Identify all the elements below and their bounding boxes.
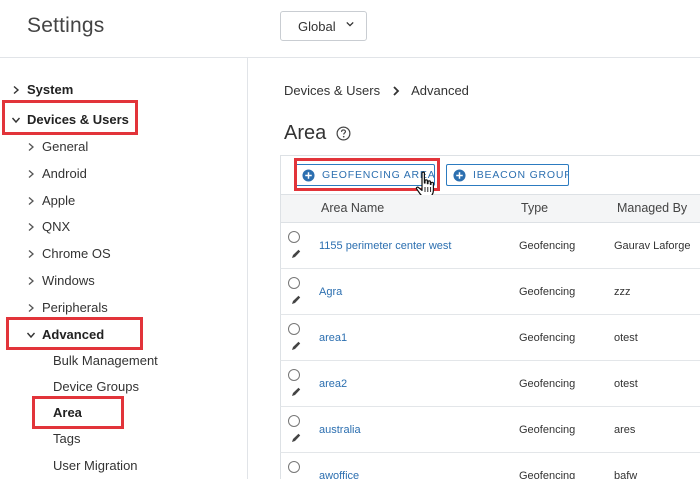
area-name-link[interactable]: area1: [319, 332, 347, 344]
breadcrumb: Devices & Users Advanced: [284, 83, 469, 98]
column-header-managed-by[interactable]: Managed By: [617, 201, 687, 215]
sidebar-item-general[interactable]: General: [26, 139, 88, 154]
scope-select[interactable]: Global: [280, 11, 367, 41]
row-select-radio[interactable]: [288, 277, 300, 289]
area-type: Geofencing: [519, 332, 576, 344]
table-row[interactable]: Agra Geofencing zzz: [280, 269, 700, 315]
area-type: Geofencing: [519, 378, 576, 390]
area-type: Geofencing: [519, 240, 576, 252]
column-header-type[interactable]: Type: [521, 201, 548, 215]
caret-right-icon: [28, 276, 34, 285]
area-managed-by: zzz: [614, 286, 631, 298]
table-row[interactable]: awoffice Geofencing bafw: [280, 453, 700, 479]
caret-right-icon: [28, 169, 34, 178]
pencil-icon[interactable]: [291, 387, 301, 397]
pencil-icon[interactable]: [291, 341, 301, 351]
chevron-down-icon: [346, 21, 354, 27]
scope-select-value: Global: [298, 18, 336, 34]
area-managed-by: otest: [614, 378, 638, 390]
sidebar: System Devices & Users General Android A…: [0, 58, 248, 479]
area-type: Geofencing: [519, 470, 576, 479]
area-managed-by: ares: [614, 424, 636, 436]
sidebar-item-peripherals[interactable]: Peripherals: [26, 300, 108, 315]
sidebar-item-android[interactable]: Android: [26, 166, 87, 181]
area-name-link[interactable]: awoffice: [319, 470, 359, 479]
area-name-link[interactable]: 1155 perimeter center west: [319, 240, 451, 252]
sidebar-item-tags[interactable]: Tags: [53, 431, 80, 446]
page-title: Settings: [27, 14, 105, 37]
sidebar-item-chrome-os[interactable]: Chrome OS: [26, 246, 111, 261]
pencil-icon[interactable]: [291, 295, 301, 305]
caret-right-icon: [28, 303, 34, 312]
caret-right-icon: [28, 196, 34, 205]
area-type: Geofencing: [519, 286, 576, 298]
header: Settings Global: [0, 0, 700, 58]
caret-right-icon: [28, 249, 34, 258]
area-type: Geofencing: [519, 424, 576, 436]
area-name-link[interactable]: australia: [319, 424, 361, 436]
chevron-right-icon: [393, 85, 400, 96]
area-name-link[interactable]: Agra: [319, 286, 342, 298]
caret-right-icon: [28, 222, 34, 231]
row-select-radio[interactable]: [288, 323, 300, 335]
row-select-radio[interactable]: [288, 461, 300, 473]
area-managed-by: Gaurav Laforge: [614, 240, 691, 252]
table-row[interactable]: area2 Geofencing otest: [280, 361, 700, 407]
sidebar-item-user-migration[interactable]: User Migration: [53, 458, 138, 473]
area-managed-by: bafw: [614, 470, 638, 479]
table-row[interactable]: australia Geofencing ares: [280, 407, 700, 453]
row-select-radio[interactable]: [288, 415, 300, 427]
area-title: Area: [284, 122, 351, 145]
caret-right-icon: [28, 142, 34, 151]
table-header: Area Name Type Managed By: [280, 195, 700, 223]
pencil-icon[interactable]: [291, 433, 301, 443]
pencil-icon[interactable]: [291, 249, 301, 259]
breadcrumb-parent[interactable]: Devices & Users: [284, 83, 380, 98]
table-row[interactable]: area1 Geofencing otest: [280, 315, 700, 361]
highlight-area: [32, 396, 124, 429]
sidebar-item-apple[interactable]: Apple: [26, 193, 75, 208]
plus-circle-icon: [453, 168, 466, 182]
sidebar-item-system[interactable]: System: [11, 82, 73, 97]
area-name-link[interactable]: area2: [319, 378, 347, 390]
sidebar-item-device-groups[interactable]: Device Groups: [53, 379, 139, 394]
caret-right-icon: [13, 85, 20, 94]
sidebar-item-qnx[interactable]: QNX: [26, 219, 70, 234]
main-content: Devices & Users Advanced Area GEOFENCING…: [249, 58, 700, 479]
help-icon[interactable]: [336, 126, 351, 141]
breadcrumb-current: Advanced: [411, 83, 469, 98]
add-ibeacon-group-button[interactable]: IBEACON GROUP: [446, 164, 569, 186]
sidebar-item-windows[interactable]: Windows: [26, 273, 95, 288]
column-header-area-name[interactable]: Area Name: [321, 201, 384, 215]
area-managed-by: otest: [614, 332, 638, 344]
row-select-radio[interactable]: [288, 231, 300, 243]
row-select-radio[interactable]: [288, 369, 300, 381]
highlight-devices-users: [2, 100, 138, 135]
table-row[interactable]: 1155 perimeter center west Geofencing Ga…: [280, 223, 700, 269]
highlight-advanced: [6, 317, 143, 350]
sidebar-item-bulk-management[interactable]: Bulk Management: [53, 353, 158, 368]
